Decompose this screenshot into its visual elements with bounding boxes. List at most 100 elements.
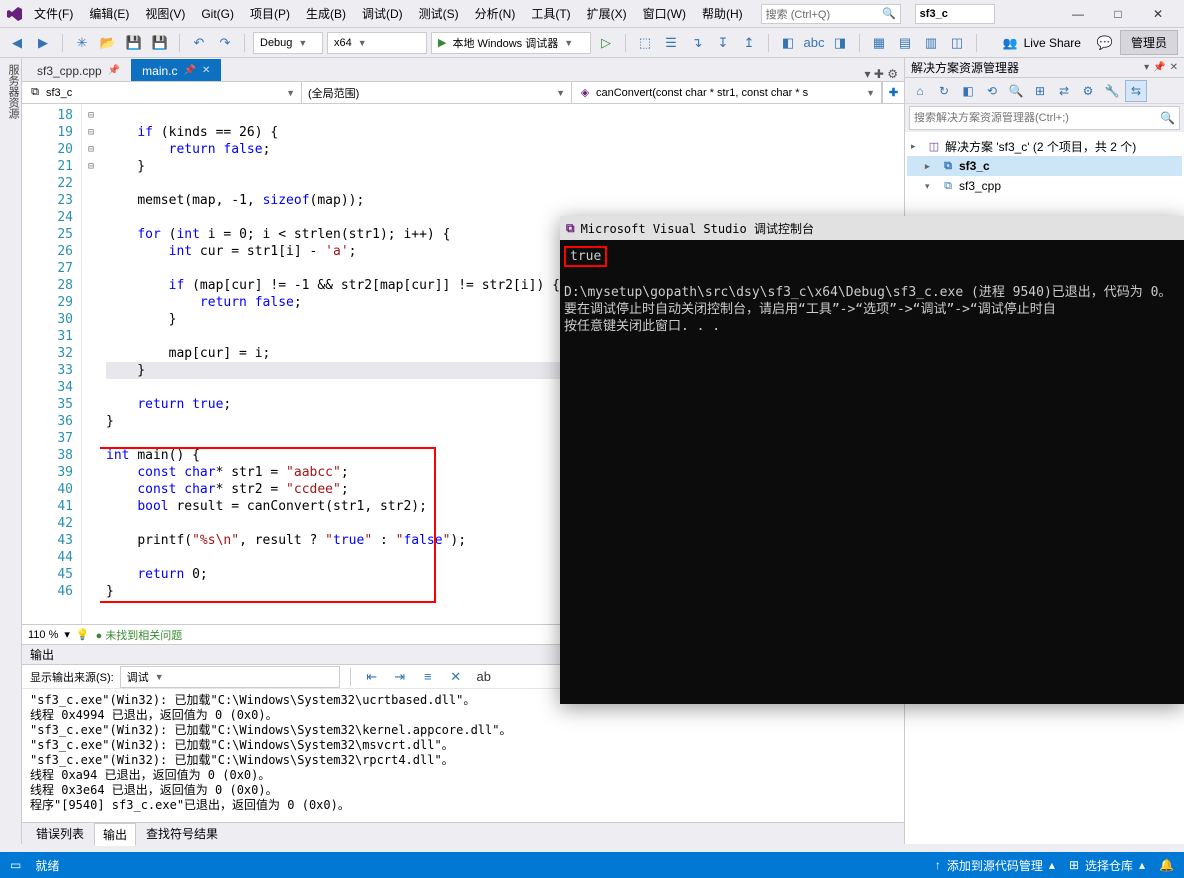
- menu-analyze[interactable]: 分析(N): [469, 3, 522, 24]
- out-btn-5[interactable]: ab: [473, 666, 495, 688]
- tb9[interactable]: 🔧: [1101, 80, 1123, 102]
- output-source-dropdown[interactable]: 调试▼: [120, 666, 340, 688]
- menu-build[interactable]: 生成(B): [300, 3, 352, 24]
- nav-fwd-button[interactable]: ▶: [32, 32, 54, 54]
- menu-test[interactable]: 测试(S): [413, 3, 465, 24]
- split-editor-button[interactable]: ✚: [882, 82, 904, 103]
- menu-edit[interactable]: 编辑(E): [83, 3, 135, 24]
- feedback-button[interactable]: 💬: [1094, 32, 1116, 54]
- out-btn-4[interactable]: ✕: [445, 666, 467, 688]
- tb4[interactable]: ⟲: [981, 80, 1003, 102]
- close-icon[interactable]: ✕: [202, 65, 210, 76]
- menu-git[interactable]: Git(G): [195, 5, 240, 23]
- tab-error-list[interactable]: 错误列表: [28, 823, 92, 844]
- tool-btn-a[interactable]: ◧: [777, 32, 799, 54]
- menu-help[interactable]: 帮助(H): [696, 3, 749, 24]
- config-value: Debug: [260, 37, 292, 49]
- run-label: 本地 Windows 调试器: [452, 35, 558, 51]
- project-node-sf3c[interactable]: ▸ ⧉ sf3_c: [907, 156, 1182, 176]
- tool-btn-2[interactable]: ☰: [660, 32, 682, 54]
- start-without-debug-button[interactable]: ▷: [595, 32, 617, 54]
- tool-btn-b[interactable]: abc: [803, 32, 825, 54]
- dropdown-icon[interactable]: ▾: [1144, 62, 1149, 73]
- step-into-button[interactable]: ↧: [712, 32, 734, 54]
- redo-button[interactable]: ↷: [214, 32, 236, 54]
- tool-btn-c[interactable]: ◨: [829, 32, 851, 54]
- menu-view[interactable]: 视图(V): [139, 3, 191, 24]
- step-over-button[interactable]: ↴: [686, 32, 708, 54]
- debug-console-window[interactable]: ⧉ Microsoft Visual Studio 调试控制台 true D:\…: [560, 216, 1184, 704]
- tb5[interactable]: 🔍: [1005, 80, 1027, 102]
- add-to-source-control[interactable]: ↑添加到源代码管理▴: [935, 857, 1055, 874]
- out-btn-2[interactable]: ⇥: [389, 666, 411, 688]
- config-dropdown[interactable]: Debug▼: [253, 32, 323, 54]
- tb-switch-view[interactable]: ⇆: [1125, 80, 1147, 102]
- tb7[interactable]: ⇄: [1053, 80, 1075, 102]
- undo-button[interactable]: ↶: [188, 32, 210, 54]
- file-tab-sf3cpp[interactable]: sf3_cpp.cpp 📌: [26, 59, 131, 81]
- menu-tools[interactable]: 工具(T): [525, 3, 576, 24]
- explorer-search-input[interactable]: [914, 112, 1160, 124]
- tab-overflow[interactable]: ▾ ✚ ⚙: [858, 67, 904, 81]
- new-item-button[interactable]: ✳: [71, 32, 93, 54]
- bottom-tabs: 错误列表 输出 查找符号结果: [22, 822, 904, 844]
- maximize-button[interactable]: □: [1098, 2, 1138, 26]
- menu-extensions[interactable]: 扩展(X): [581, 3, 633, 24]
- search-icon: 🔍: [1160, 111, 1175, 125]
- console-titlebar[interactable]: ⧉ Microsoft Visual Studio 调试控制台: [560, 216, 1184, 240]
- tb8[interactable]: ⚙: [1077, 80, 1099, 102]
- pin-icon[interactable]: 📌: [184, 65, 196, 76]
- menu-window[interactable]: 窗口(W): [637, 3, 692, 24]
- file-tab-mainc[interactable]: main.c 📌 ✕: [131, 59, 221, 81]
- member-dropdown[interactable]: ◈ canConvert(const char * str1, const ch…: [572, 82, 882, 103]
- home-button[interactable]: ⌂: [909, 80, 931, 102]
- tool-btn-g[interactable]: ◫: [946, 32, 968, 54]
- platform-dropdown[interactable]: x64▼: [327, 32, 427, 54]
- tool-btn-f[interactable]: ▥: [920, 32, 942, 54]
- out-btn-1[interactable]: ⇤: [361, 666, 383, 688]
- output-text[interactable]: "sf3_c.exe"(Win32): 已加载"C:\Windows\Syste…: [22, 689, 904, 822]
- status-bar: ▭ 就绪 ↑添加到源代码管理▴ ⊞选择仓库▴ 🔔: [0, 852, 1184, 878]
- tab-output[interactable]: 输出: [94, 823, 136, 846]
- file-tabs: sf3_cpp.cpp 📌 main.c 📌 ✕ ▾ ✚ ⚙: [22, 58, 904, 82]
- save-button[interactable]: 💾: [123, 32, 145, 54]
- tb2[interactable]: ↻: [933, 80, 955, 102]
- pin-icon[interactable]: 📌: [1153, 62, 1165, 73]
- nav-back-button[interactable]: ◀: [6, 32, 28, 54]
- vertical-tab-strip[interactable]: 服务器资源: [0, 58, 22, 844]
- start-debug-button[interactable]: ▶本地 Windows 调试器▼: [431, 32, 591, 54]
- explorer-search[interactable]: 🔍: [909, 106, 1180, 130]
- live-share-button[interactable]: 👥 Live Share: [994, 35, 1090, 51]
- explorer-toolbar: ⌂ ↻ ◧ ⟲ 🔍 ⊞ ⇄ ⚙ 🔧 ⇆: [905, 78, 1184, 104]
- console-icon: ⧉: [566, 221, 575, 236]
- menu-project[interactable]: 项目(P): [244, 3, 296, 24]
- close-button[interactable]: ✕: [1138, 2, 1178, 26]
- menu-file[interactable]: 文件(F): [28, 3, 79, 24]
- notifications-button[interactable]: 🔔: [1159, 858, 1174, 872]
- tool-btn-e[interactable]: ▤: [894, 32, 916, 54]
- tab-find-symbol[interactable]: 查找符号结果: [138, 823, 226, 844]
- tool-btn-1[interactable]: ⬚: [634, 32, 656, 54]
- minimize-button[interactable]: —: [1058, 2, 1098, 26]
- zoom-level[interactable]: 110 %: [28, 629, 58, 641]
- tb3[interactable]: ◧: [957, 80, 979, 102]
- save-all-button[interactable]: 💾: [149, 32, 171, 54]
- out-btn-3[interactable]: ≡: [417, 666, 439, 688]
- scope-project-dropdown[interactable]: ⧉ sf3_c ▼: [22, 82, 302, 103]
- quick-search[interactable]: 搜索 (Ctrl+Q) 🔍: [761, 4, 901, 24]
- close-icon[interactable]: ✕: [1170, 62, 1178, 73]
- pin-icon[interactable]: 📌: [108, 65, 120, 76]
- select-repo[interactable]: ⊞选择仓库▴: [1069, 857, 1145, 874]
- status-square-icon: ▭: [10, 858, 21, 872]
- step-out-button[interactable]: ↥: [738, 32, 760, 54]
- open-file-button[interactable]: 📂: [97, 32, 119, 54]
- solution-selector[interactable]: sf3_c: [915, 4, 995, 24]
- tab-label: main.c: [142, 64, 177, 78]
- project-node-sf3cpp[interactable]: ▾ ⧉ sf3_cpp: [907, 176, 1182, 196]
- tb6[interactable]: ⊞: [1029, 80, 1051, 102]
- fold-column[interactable]: ⊟ ⊟ ⊟ ⊟: [82, 104, 100, 624]
- menu-debug[interactable]: 调试(D): [356, 3, 409, 24]
- tool-btn-d[interactable]: ▦: [868, 32, 890, 54]
- solution-node[interactable]: ▸ ◫ 解决方案 'sf3_c' (2 个项目，共 2 个): [907, 136, 1182, 156]
- scope-dropdown[interactable]: (全局范围) ▼: [302, 82, 572, 103]
